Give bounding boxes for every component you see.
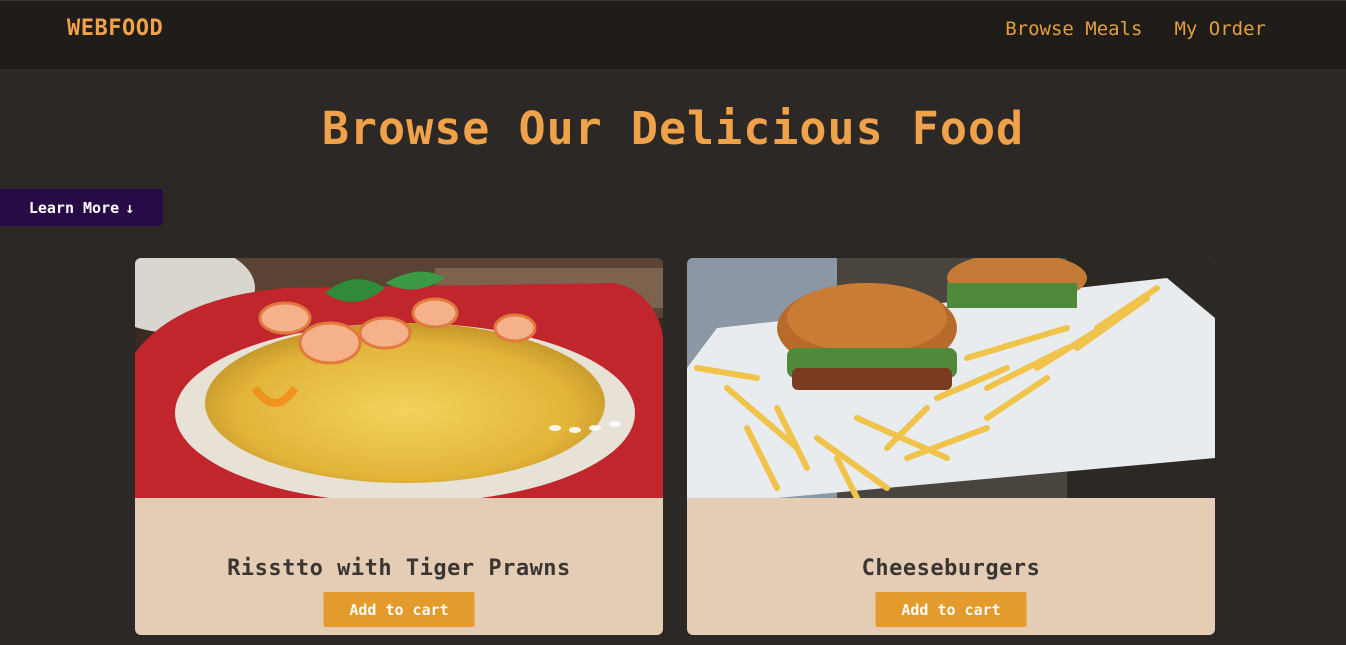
main-nav: Browse Meals My Order <box>1005 18 1266 40</box>
nav-my-order[interactable]: My Order <box>1174 18 1266 40</box>
meal-name: Cheeseburgers <box>861 556 1041 581</box>
page-title: Browse Our Delicious Food <box>321 102 1025 155</box>
meal-image-risotto <box>135 258 663 498</box>
meal-image-cheeseburgers <box>687 258 1215 498</box>
meal-card: Cheeseburgers Add to cart <box>687 258 1215 635</box>
learn-more-button[interactable]: Learn More ↓ <box>0 189 163 226</box>
arrow-down-icon: ↓ <box>125 198 135 217</box>
brand-logo[interactable]: WEBFOOD <box>67 16 163 41</box>
meal-card: Risstto with Tiger Prawns Add to cart <box>135 258 663 635</box>
learn-more-label: Learn More <box>28 198 120 217</box>
meal-name: Risstto with Tiger Prawns <box>227 556 571 581</box>
nav-browse-meals[interactable]: Browse Meals <box>1005 18 1142 40</box>
add-to-cart-button[interactable]: Add to cart <box>875 592 1027 627</box>
top-navbar: WEBFOOD Browse Meals My Order <box>0 0 1346 69</box>
add-to-cart-button[interactable]: Add to cart <box>323 592 475 627</box>
